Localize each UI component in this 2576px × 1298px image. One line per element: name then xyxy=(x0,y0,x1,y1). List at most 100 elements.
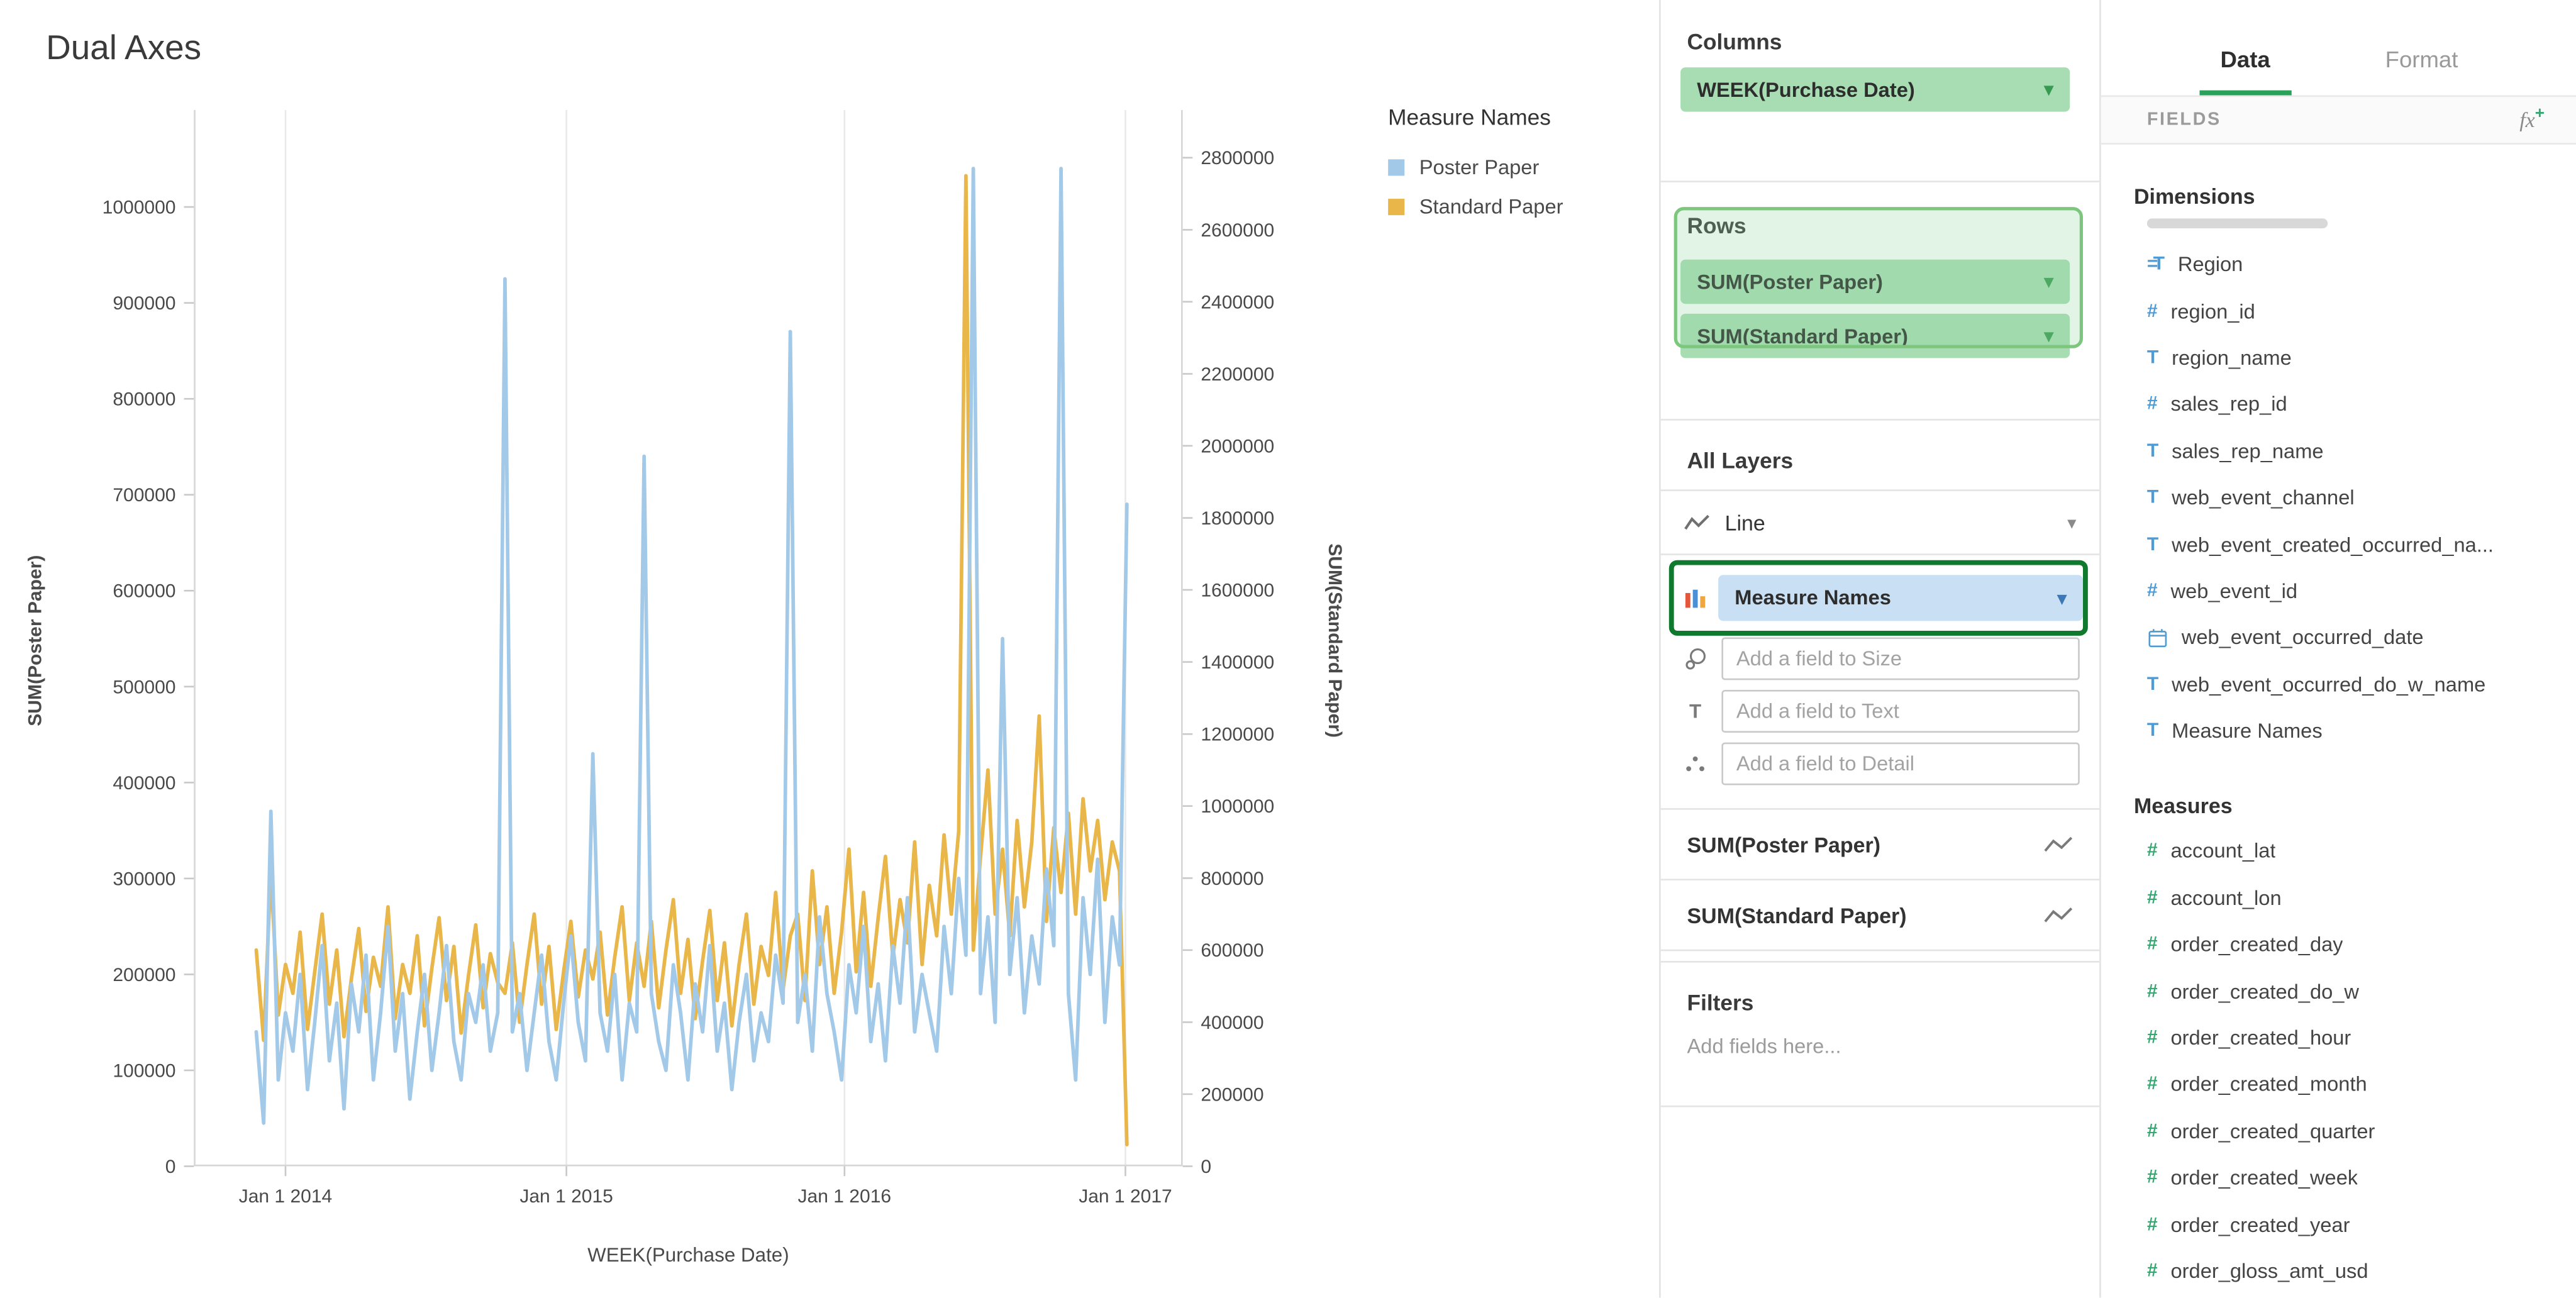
create-calculation-icon[interactable]: fx+ xyxy=(2519,106,2545,134)
pill-week-purchase-date[interactable]: WEEK(Purchase Date) ▾ xyxy=(1680,67,2070,112)
number-icon: # xyxy=(2147,395,2158,414)
field-item[interactable]: #order_created_quarter xyxy=(2101,1108,2576,1155)
layer-sum-standard-paper[interactable]: SUM(Standard Paper) xyxy=(1661,880,2099,951)
text-icon: T xyxy=(2147,441,2158,461)
svg-text:1000000: 1000000 xyxy=(1201,796,1274,817)
svg-text:2400000: 2400000 xyxy=(1201,292,1274,313)
svg-text:900000: 900000 xyxy=(113,293,175,314)
number-icon: # xyxy=(2147,1028,2158,1048)
field-item[interactable]: Tsales_rep_name xyxy=(2101,428,2576,475)
fields-label: FIELDS xyxy=(2147,110,2221,130)
legend-item-standard[interactable]: Standard Paper xyxy=(1388,196,1563,219)
pill-measure-names-color[interactable]: Measure Names ▾ xyxy=(1718,575,2083,621)
number-icon: # xyxy=(2147,1075,2158,1094)
svg-text:0: 0 xyxy=(1201,1157,1211,1177)
tab-format[interactable]: Format xyxy=(2364,46,2480,95)
svg-text:Jan 1 2014: Jan 1 2014 xyxy=(239,1186,333,1207)
layer-label: SUM(Poster Paper) xyxy=(1687,832,1881,857)
chevron-down-icon[interactable]: ▾ xyxy=(2057,587,2066,609)
data-panel: Data Format FIELDS fx+ Dimensions =TRegi… xyxy=(2099,0,2576,1297)
number-icon: # xyxy=(2147,842,2158,862)
svg-text:200000: 200000 xyxy=(1201,1084,1263,1105)
legend-label: Poster Paper xyxy=(1419,156,1540,179)
svg-text:100000: 100000 xyxy=(113,1060,175,1081)
pill-sum-poster-paper[interactable]: SUM(Poster Paper) ▾ xyxy=(1680,260,2070,304)
field-item[interactable]: #account_lat xyxy=(2101,828,2576,875)
field-item[interactable]: #order_created_hour xyxy=(2101,1015,2576,1062)
line-mark-icon xyxy=(1684,513,1710,532)
number-icon: # xyxy=(2147,1122,2158,1141)
svg-text:2200000: 2200000 xyxy=(1201,364,1274,385)
all-layers-card: All Layers Line ▾ Measure Names ▾ xyxy=(1661,419,2099,963)
rows-header: Rows xyxy=(1687,214,2074,238)
legend-title: Measure Names xyxy=(1388,105,1563,130)
chevron-down-icon: ▾ xyxy=(2067,512,2076,533)
svg-text:Jan 1 2016: Jan 1 2016 xyxy=(798,1186,892,1207)
size-icon xyxy=(1680,646,1710,670)
number-icon: # xyxy=(2147,982,2158,1001)
line-chart-icon xyxy=(2043,905,2073,924)
field-item[interactable]: Tregion_name xyxy=(2101,335,2576,381)
chevron-down-icon[interactable]: ▾ xyxy=(2045,79,2053,100)
chart-legend: Measure Names Poster Paper Standard Pape… xyxy=(1388,105,1563,235)
svg-text:800000: 800000 xyxy=(113,389,175,410)
number-icon: # xyxy=(2147,1262,2158,1281)
pill-label: WEEK(Purchase Date) xyxy=(1697,78,1915,101)
chevron-down-icon[interactable]: ▾ xyxy=(2045,271,2053,292)
svg-text:500000: 500000 xyxy=(113,677,175,697)
field-item[interactable]: #order_created_day xyxy=(2101,922,2576,968)
text-icon: T xyxy=(2147,488,2158,508)
filters-placeholder[interactable]: Add fields here... xyxy=(1687,1035,2074,1058)
pill-label: SUM(Poster Paper) xyxy=(1697,270,1883,294)
chart-title: Dual Axes xyxy=(46,30,201,69)
calendar-icon xyxy=(2147,627,2168,648)
field-item[interactable]: #order_created_year xyxy=(2101,1201,2576,1248)
dimensions-header: Dimensions xyxy=(2134,184,2576,209)
legend-label: Standard Paper xyxy=(1419,196,1563,219)
app-root: Dual Axes SUM(Poster Paper) SUM(Standard… xyxy=(0,0,2576,1297)
columns-header: Columns xyxy=(1687,30,2074,54)
field-item[interactable]: =TRegion xyxy=(2101,241,2576,288)
filters-shelf: Filters Add fields here... xyxy=(1661,961,2099,1107)
detail-field-input[interactable] xyxy=(1721,741,2079,784)
field-item[interactable]: #order_created_do_w xyxy=(2101,968,2576,1015)
text-field-input[interactable] xyxy=(1721,689,2079,732)
field-item[interactable]: TMeasure Names xyxy=(2101,708,2576,755)
field-item[interactable]: #web_event_id xyxy=(2101,568,2576,614)
pill-sum-standard-paper[interactable]: SUM(Standard Paper) ▾ xyxy=(1680,314,2070,358)
field-item[interactable]: #order_gloss_amt_usd xyxy=(2101,1248,2576,1295)
legend-swatch-standard xyxy=(1388,199,1404,215)
number-icon: # xyxy=(2147,302,2158,321)
text-shelf-row: T xyxy=(1680,688,2080,733)
visualization-pane: Dual Axes SUM(Poster Paper) SUM(Standard… xyxy=(0,0,1659,1297)
all-layers-header: All Layers xyxy=(1687,448,2074,473)
pill-label: Measure Names xyxy=(1735,586,1891,609)
tab-data[interactable]: Data xyxy=(2199,46,2292,95)
svg-text:2600000: 2600000 xyxy=(1201,220,1274,241)
field-item[interactable]: #order_created_month xyxy=(2101,1062,2576,1108)
field-item[interactable]: #order_created_week xyxy=(2101,1155,2576,1201)
chevron-down-icon[interactable]: ▾ xyxy=(2045,325,2053,347)
size-field-input[interactable] xyxy=(1721,636,2079,679)
field-item[interactable]: Tweb_event_channel xyxy=(2101,475,2576,521)
field-item[interactable]: #sales_rep_id xyxy=(2101,381,2576,428)
layer-sum-poster-paper[interactable]: SUM(Poster Paper) xyxy=(1661,810,2099,880)
field-item[interactable]: #account_lon xyxy=(2101,875,2576,921)
dimensions-list: =TRegion#region_idTregion_name#sales_rep… xyxy=(2101,241,2576,755)
rows-shelf: Rows SUM(Poster Paper) ▾ SUM(Standard Pa… xyxy=(1661,180,2099,420)
field-item[interactable]: Tweb_event_created_occurred_na... xyxy=(2101,521,2576,568)
left-axis-title: SUM(Poster Paper) xyxy=(26,555,46,726)
date-icon xyxy=(2147,627,2168,648)
number-icon: # xyxy=(2147,1168,2158,1188)
mark-type-label: Line xyxy=(1725,510,1765,535)
svg-text:400000: 400000 xyxy=(113,773,175,794)
svg-text:0: 0 xyxy=(165,1157,176,1177)
legend-item-poster[interactable]: Poster Paper xyxy=(1388,156,1563,179)
layer-label: SUM(Standard Paper) xyxy=(1687,902,1907,927)
field-item[interactable]: web_event_occurred_date xyxy=(2101,614,2576,661)
mark-type-dropdown[interactable]: Line ▾ xyxy=(1661,489,2099,555)
field-item[interactable]: Tweb_event_occurred_do_w_name xyxy=(2101,661,2576,707)
svg-text:200000: 200000 xyxy=(113,965,175,985)
number-icon: # xyxy=(2147,889,2158,908)
field-item[interactable]: #region_id xyxy=(2101,288,2576,335)
